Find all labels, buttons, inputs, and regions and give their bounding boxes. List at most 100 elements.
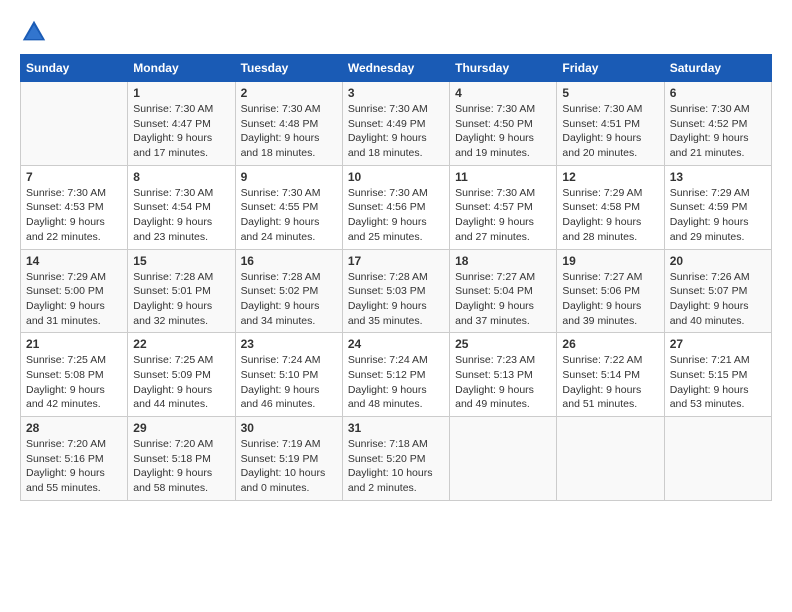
day-number: 20 (670, 254, 766, 268)
calendar-cell: 30 Sunrise: 7:19 AMSunset: 5:19 PMDayligh… (235, 417, 342, 501)
day-number: 1 (133, 86, 229, 100)
day-info: Sunrise: 7:24 AMSunset: 5:10 PMDaylight:… (241, 353, 337, 412)
day-info: Sunrise: 7:21 AMSunset: 5:15 PMDaylight:… (670, 353, 766, 412)
calendar-cell: 31 Sunrise: 7:18 AMSunset: 5:20 PMDayligh… (342, 417, 449, 501)
day-number: 26 (562, 337, 658, 351)
day-number: 22 (133, 337, 229, 351)
calendar-cell: 25Sunrise: 7:23 AMSunset: 5:13 PMDayligh… (450, 333, 557, 417)
calendar-cell: 28 Sunrise: 7:20 AMSunset: 5:16 PMDayligh… (21, 417, 128, 501)
day-number: 7 (26, 170, 122, 184)
day-info: Sunrise: 7:20 AMSunset: 5:16 PMDaylight:… (26, 437, 122, 496)
day-number: 21 (26, 337, 122, 351)
day-number: 15 (133, 254, 229, 268)
main-container: SundayMondayTuesdayWednesdayThursdayFrid… (0, 0, 792, 511)
day-number: 14 (26, 254, 122, 268)
calendar-cell: 21 Sunrise: 7:25 AMSunset: 5:08 PMDayligh… (21, 333, 128, 417)
day-number: 2 (241, 86, 337, 100)
day-info: Sunrise: 7:30 AMSunset: 4:49 PMDaylight:… (348, 102, 444, 161)
day-info: Sunrise: 7:30 AMSunset: 4:56 PMDaylight:… (348, 186, 444, 245)
day-info: Sunrise: 7:27 AMSunset: 5:04 PMDaylight:… (455, 270, 551, 329)
calendar-cell (557, 417, 664, 501)
calendar-cell: 1 Sunrise: 7:30 AMSunset: 4:47 PMDaylight… (128, 82, 235, 166)
calendar-cell: 24 Sunrise: 7:24 AMSunset: 5:12 PMDayligh… (342, 333, 449, 417)
day-info: Sunrise: 7:28 AMSunset: 5:01 PMDaylight:… (133, 270, 229, 329)
day-info: Sunrise: 7:20 AMSunset: 5:18 PMDaylight:… (133, 437, 229, 496)
weekday-header-sunday: Sunday (21, 55, 128, 82)
calendar-cell: 11 Sunrise: 7:30 AMSunset: 4:57 PMDayligh… (450, 165, 557, 249)
calendar-cell (21, 82, 128, 166)
calendar-cell: 14 Sunrise: 7:29 AMSunset: 5:00 PMDayligh… (21, 249, 128, 333)
calendar-cell: 12 Sunrise: 7:29 AMSunset: 4:58 PMDayligh… (557, 165, 664, 249)
calendar-cell: 6Sunrise: 7:30 AMSunset: 4:52 PMDaylight… (664, 82, 771, 166)
calendar-cell: 8Sunrise: 7:30 AMSunset: 4:54 PMDaylight… (128, 165, 235, 249)
week-row-5: 28 Sunrise: 7:20 AMSunset: 5:16 PMDayligh… (21, 417, 772, 501)
day-info: Sunrise: 7:30 AMSunset: 4:48 PMDaylight:… (241, 102, 337, 161)
day-number: 6 (670, 86, 766, 100)
logo (20, 18, 52, 46)
calendar-cell: 10Sunrise: 7:30 AMSunset: 4:56 PMDayligh… (342, 165, 449, 249)
day-info: Sunrise: 7:30 AMSunset: 4:55 PMDaylight:… (241, 186, 337, 245)
day-info: Sunrise: 7:27 AMSunset: 5:06 PMDaylight:… (562, 270, 658, 329)
calendar-cell: 22 Sunrise: 7:25 AMSunset: 5:09 PMDayligh… (128, 333, 235, 417)
day-number: 29 (133, 421, 229, 435)
day-number: 11 (455, 170, 551, 184)
calendar-cell: 5 Sunrise: 7:30 AMSunset: 4:51 PMDaylight… (557, 82, 664, 166)
calendar-cell: 17Sunrise: 7:28 AMSunset: 5:03 PMDayligh… (342, 249, 449, 333)
calendar-cell: 18 Sunrise: 7:27 AMSunset: 5:04 PMDayligh… (450, 249, 557, 333)
day-number: 24 (348, 337, 444, 351)
day-info: Sunrise: 7:30 AMSunset: 4:50 PMDaylight:… (455, 102, 551, 161)
calendar-cell: 29 Sunrise: 7:20 AMSunset: 5:18 PMDayligh… (128, 417, 235, 501)
weekday-header-thursday: Thursday (450, 55, 557, 82)
calendar-cell: 9 Sunrise: 7:30 AMSunset: 4:55 PMDaylight… (235, 165, 342, 249)
day-number: 9 (241, 170, 337, 184)
day-info: Sunrise: 7:28 AMSunset: 5:02 PMDaylight:… (241, 270, 337, 329)
weekday-header-friday: Friday (557, 55, 664, 82)
calendar-cell: 19Sunrise: 7:27 AMSunset: 5:06 PMDayligh… (557, 249, 664, 333)
day-number: 17 (348, 254, 444, 268)
weekday-header-monday: Monday (128, 55, 235, 82)
day-info: Sunrise: 7:19 AMSunset: 5:19 PMDaylight:… (241, 437, 337, 496)
day-info: Sunrise: 7:29 AMSunset: 4:59 PMDaylight:… (670, 186, 766, 245)
weekday-header-row: SundayMondayTuesdayWednesdayThursdayFrid… (21, 55, 772, 82)
day-info: Sunrise: 7:29 AMSunset: 5:00 PMDaylight:… (26, 270, 122, 329)
week-row-4: 21 Sunrise: 7:25 AMSunset: 5:08 PMDayligh… (21, 333, 772, 417)
day-number: 30 (241, 421, 337, 435)
calendar-cell: 26Sunrise: 7:22 AMSunset: 5:14 PMDayligh… (557, 333, 664, 417)
weekday-header-wednesday: Wednesday (342, 55, 449, 82)
day-number: 3 (348, 86, 444, 100)
day-info: Sunrise: 7:24 AMSunset: 5:12 PMDaylight:… (348, 353, 444, 412)
day-info: Sunrise: 7:30 AMSunset: 4:57 PMDaylight:… (455, 186, 551, 245)
day-info: Sunrise: 7:18 AMSunset: 5:20 PMDaylight:… (348, 437, 444, 496)
day-number: 28 (26, 421, 122, 435)
calendar-cell (450, 417, 557, 501)
calendar-cell: 7 Sunrise: 7:30 AMSunset: 4:53 PMDaylight… (21, 165, 128, 249)
day-number: 31 (348, 421, 444, 435)
day-number: 12 (562, 170, 658, 184)
day-info: Sunrise: 7:26 AMSunset: 5:07 PMDaylight:… (670, 270, 766, 329)
header-row (20, 18, 772, 46)
day-info: Sunrise: 7:30 AMSunset: 4:53 PMDaylight:… (26, 186, 122, 245)
weekday-header-saturday: Saturday (664, 55, 771, 82)
logo-icon (20, 18, 48, 46)
day-number: 5 (562, 86, 658, 100)
calendar-cell: 13Sunrise: 7:29 AMSunset: 4:59 PMDayligh… (664, 165, 771, 249)
weekday-header-tuesday: Tuesday (235, 55, 342, 82)
day-number: 18 (455, 254, 551, 268)
calendar-cell: 2 Sunrise: 7:30 AMSunset: 4:48 PMDaylight… (235, 82, 342, 166)
day-info: Sunrise: 7:23 AMSunset: 5:13 PMDaylight:… (455, 353, 551, 412)
day-number: 4 (455, 86, 551, 100)
day-info: Sunrise: 7:29 AMSunset: 4:58 PMDaylight:… (562, 186, 658, 245)
day-info: Sunrise: 7:30 AMSunset: 4:54 PMDaylight:… (133, 186, 229, 245)
week-row-3: 14 Sunrise: 7:29 AMSunset: 5:00 PMDayligh… (21, 249, 772, 333)
calendar-cell: 15 Sunrise: 7:28 AMSunset: 5:01 PMDayligh… (128, 249, 235, 333)
calendar-cell: 4 Sunrise: 7:30 AMSunset: 4:50 PMDaylight… (450, 82, 557, 166)
calendar-cell: 23Sunrise: 7:24 AMSunset: 5:10 PMDayligh… (235, 333, 342, 417)
day-info: Sunrise: 7:25 AMSunset: 5:09 PMDaylight:… (133, 353, 229, 412)
day-info: Sunrise: 7:30 AMSunset: 4:47 PMDaylight:… (133, 102, 229, 161)
day-info: Sunrise: 7:30 AMSunset: 4:51 PMDaylight:… (562, 102, 658, 161)
calendar-cell (664, 417, 771, 501)
day-info: Sunrise: 7:25 AMSunset: 5:08 PMDaylight:… (26, 353, 122, 412)
calendar-cell: 20 Sunrise: 7:26 AMSunset: 5:07 PMDayligh… (664, 249, 771, 333)
calendar-cell: 27Sunrise: 7:21 AMSunset: 5:15 PMDayligh… (664, 333, 771, 417)
week-row-2: 7 Sunrise: 7:30 AMSunset: 4:53 PMDaylight… (21, 165, 772, 249)
